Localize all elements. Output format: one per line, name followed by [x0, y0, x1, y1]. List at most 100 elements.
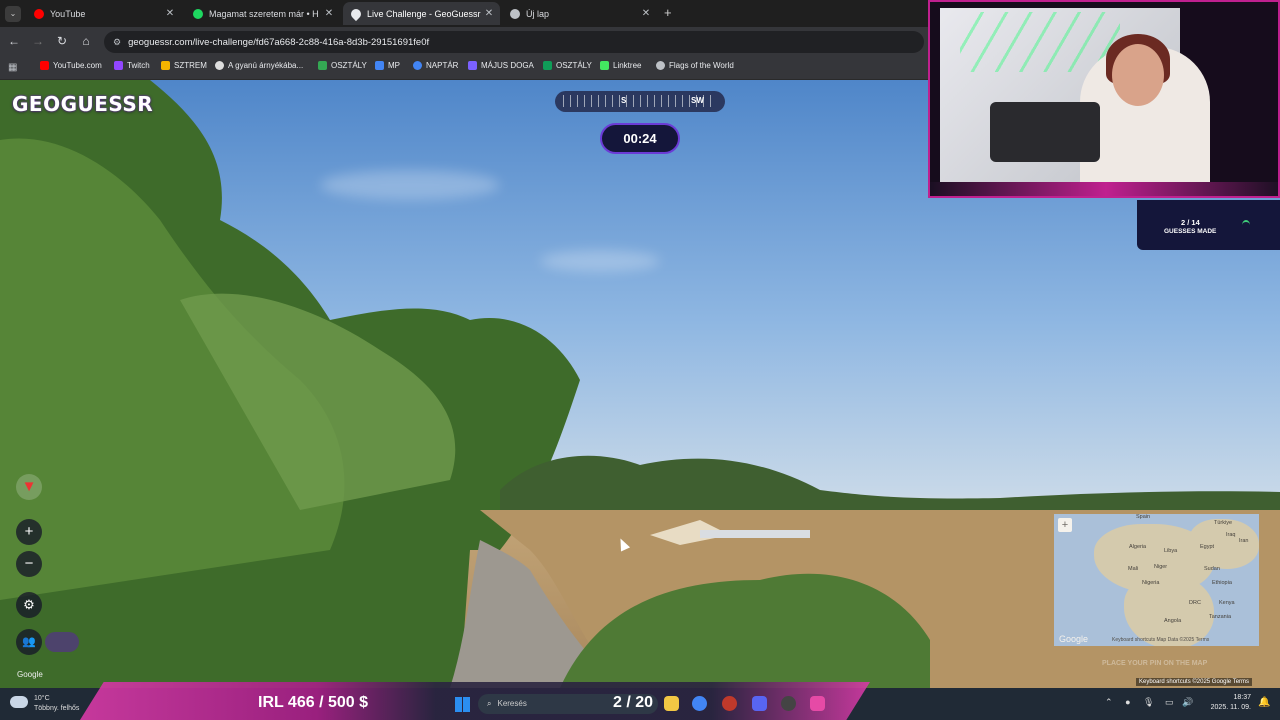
bookmark-label: OSZTÁLY	[331, 61, 367, 70]
chrome-icon	[510, 8, 520, 19]
bookmark-flags[interactable]: Flags of the World	[656, 61, 734, 70]
site-icon	[375, 61, 384, 70]
bookmark-osztaly-sheet[interactable]: OSZTÁLY	[543, 61, 592, 70]
back-icon[interactable]: ←	[6, 34, 22, 48]
place-pin-hint: PLACE YOUR PIN ON THE MAP	[1102, 660, 1208, 667]
microphone-arm	[990, 102, 1100, 162]
taskbar-clock[interactable]: 18:37 2025. 11. 09.	[1203, 693, 1251, 713]
close-tab-icon[interactable]: ✕	[482, 8, 496, 19]
tab-youtube[interactable]: YouTube ✕	[26, 2, 181, 25]
home-icon[interactable]: ⌂	[78, 34, 94, 48]
new-tab-button[interactable]: +	[664, 5, 672, 20]
bookmark-label: OSZTÁLY	[556, 61, 592, 70]
close-tab-icon[interactable]: ✕	[322, 8, 336, 19]
bookmark-majus-doga[interactable]: MÁJUS DOGA	[468, 61, 534, 70]
settings-gear-icon[interactable]: ⚙	[16, 592, 42, 618]
microphone-icon[interactable]: 🎙	[1143, 697, 1154, 707]
map-label: Spain	[1136, 514, 1151, 520]
compass-heading-left: S	[621, 96, 627, 105]
youtube-icon	[34, 8, 44, 19]
bookmark-osztaly[interactable]: OSZTÁLY	[318, 61, 367, 70]
compass-bar: S SW	[555, 91, 725, 112]
map-label: Libya	[1164, 548, 1178, 554]
antivirus-icon[interactable]: ●	[1125, 697, 1130, 707]
google-logo: Google	[17, 670, 43, 679]
map-label: Ethiopia	[1212, 580, 1232, 586]
player-avatars[interactable]	[45, 632, 79, 652]
map-label: Niger	[1154, 564, 1168, 570]
bookmark-naptar[interactable]: NAPTÁR	[413, 61, 458, 70]
close-tab-icon[interactable]: ✕	[639, 8, 653, 19]
keyboard-shortcuts-footer[interactable]: Keyboard shortcuts ©2025 Google Terms	[1136, 678, 1253, 686]
tab-new[interactable]: Új lap ✕	[502, 2, 657, 25]
bookmark-label: MP	[388, 61, 400, 70]
map-label: Iraq	[1226, 532, 1236, 538]
forms-icon	[468, 61, 477, 70]
close-tab-icon[interactable]: ✕	[163, 8, 177, 19]
apps-grid-icon[interactable]: ▦	[8, 62, 17, 73]
bookmark-sztrem[interactable]: SZTREM	[161, 61, 207, 70]
geoguessr-logo[interactable]: GEOGUESSR	[12, 92, 153, 116]
map-label: Nigeria	[1142, 580, 1160, 586]
geoguessr-pin-icon	[348, 6, 364, 21]
map-label: Türkiye	[1214, 520, 1233, 526]
bookmark-gyanu[interactable]: A gyanú árnyékába...	[215, 61, 303, 70]
address-bar[interactable]: ⚙ geoguessr.com/live-challenge/fd67a668-…	[104, 31, 924, 53]
windows-start-icon[interactable]	[455, 697, 470, 712]
site-info-icon[interactable]: ⚙	[113, 37, 121, 48]
map-label: Tanzania	[1209, 614, 1232, 620]
linktree-icon	[600, 61, 609, 70]
bookmark-label: SZTREM	[174, 61, 207, 70]
spotify-icon	[193, 8, 203, 19]
compass-heading-right: SW	[691, 96, 704, 105]
guess-minimap[interactable]: Spain Türkiye Algeria Libya Egypt Iraq I…	[1054, 514, 1259, 646]
weather-widget[interactable]: 10°C Többny. felhős	[10, 694, 79, 714]
map-label: Mali	[1128, 566, 1139, 572]
overlay-frame	[930, 182, 1278, 196]
webcam-overlay	[928, 0, 1280, 198]
notification-bell-icon[interactable]: 🔔	[1258, 697, 1270, 708]
bookmark-label: NAPTÁR	[426, 61, 459, 70]
tab-title: Új lap	[526, 8, 550, 19]
reload-icon[interactable]: ↻	[54, 34, 70, 48]
url-text: geoguessr.com/live-challenge/fd67a668-2c…	[128, 36, 430, 48]
streamer-face	[1112, 44, 1164, 106]
bookmark-label: A gyanú árnyékába...	[228, 61, 304, 70]
sheets-icon	[543, 61, 552, 70]
bookmark-label: YouTube.com	[53, 61, 102, 70]
forward-icon[interactable]: →	[30, 34, 46, 48]
cloud-icon	[10, 696, 28, 708]
obs-icon[interactable]	[781, 696, 796, 711]
bookmark-twitch[interactable]: Twitch	[114, 61, 150, 70]
tab-geoguessr[interactable]: Live Challenge - GeoGuessr ✕	[343, 2, 500, 25]
round-timer: 00:24	[600, 123, 680, 154]
map-zoom-in-button[interactable]: +	[1058, 518, 1072, 532]
volume-icon[interactable]: 🔊	[1182, 697, 1193, 707]
players-icon[interactable]: 👥	[16, 629, 42, 655]
file-explorer-icon[interactable]	[664, 696, 679, 711]
guesses-label: GUESSES MADE	[1164, 228, 1217, 235]
tab-title: YouTube	[50, 8, 86, 19]
chevron-up-icon[interactable]: ⌃	[1105, 697, 1113, 707]
map-label: Angola	[1164, 618, 1182, 624]
zoom-out-button[interactable]: −	[16, 551, 42, 577]
tab-spotify[interactable]: Magamat szeretem már • H ✕	[185, 2, 340, 25]
bookmark-youtube[interactable]: YouTube.com	[40, 61, 102, 70]
bookmark-linktree[interactable]: Linktree	[600, 61, 641, 70]
round-counter: 2 / 20	[613, 694, 654, 711]
bookmark-mp[interactable]: MP	[375, 61, 400, 70]
network-icon[interactable]: ▭	[1165, 697, 1174, 707]
bookmark-label: Flags of the World	[669, 61, 734, 70]
discord-icon[interactable]	[752, 696, 767, 711]
folder-icon	[161, 61, 170, 70]
chrome-icon[interactable]	[692, 696, 707, 711]
google-map-logo: Google	[1059, 634, 1089, 644]
tab-title: Live Challenge - GeoGuessr	[367, 8, 481, 19]
opera-icon[interactable]	[722, 696, 737, 711]
map-land	[1124, 574, 1214, 646]
app-icon[interactable]	[810, 696, 825, 711]
zoom-in-button[interactable]: +	[16, 519, 42, 545]
globe-icon	[656, 61, 665, 70]
compass-needle-icon[interactable]: ▼	[16, 474, 42, 500]
tab-search-button[interactable]: ⌄	[5, 6, 21, 22]
